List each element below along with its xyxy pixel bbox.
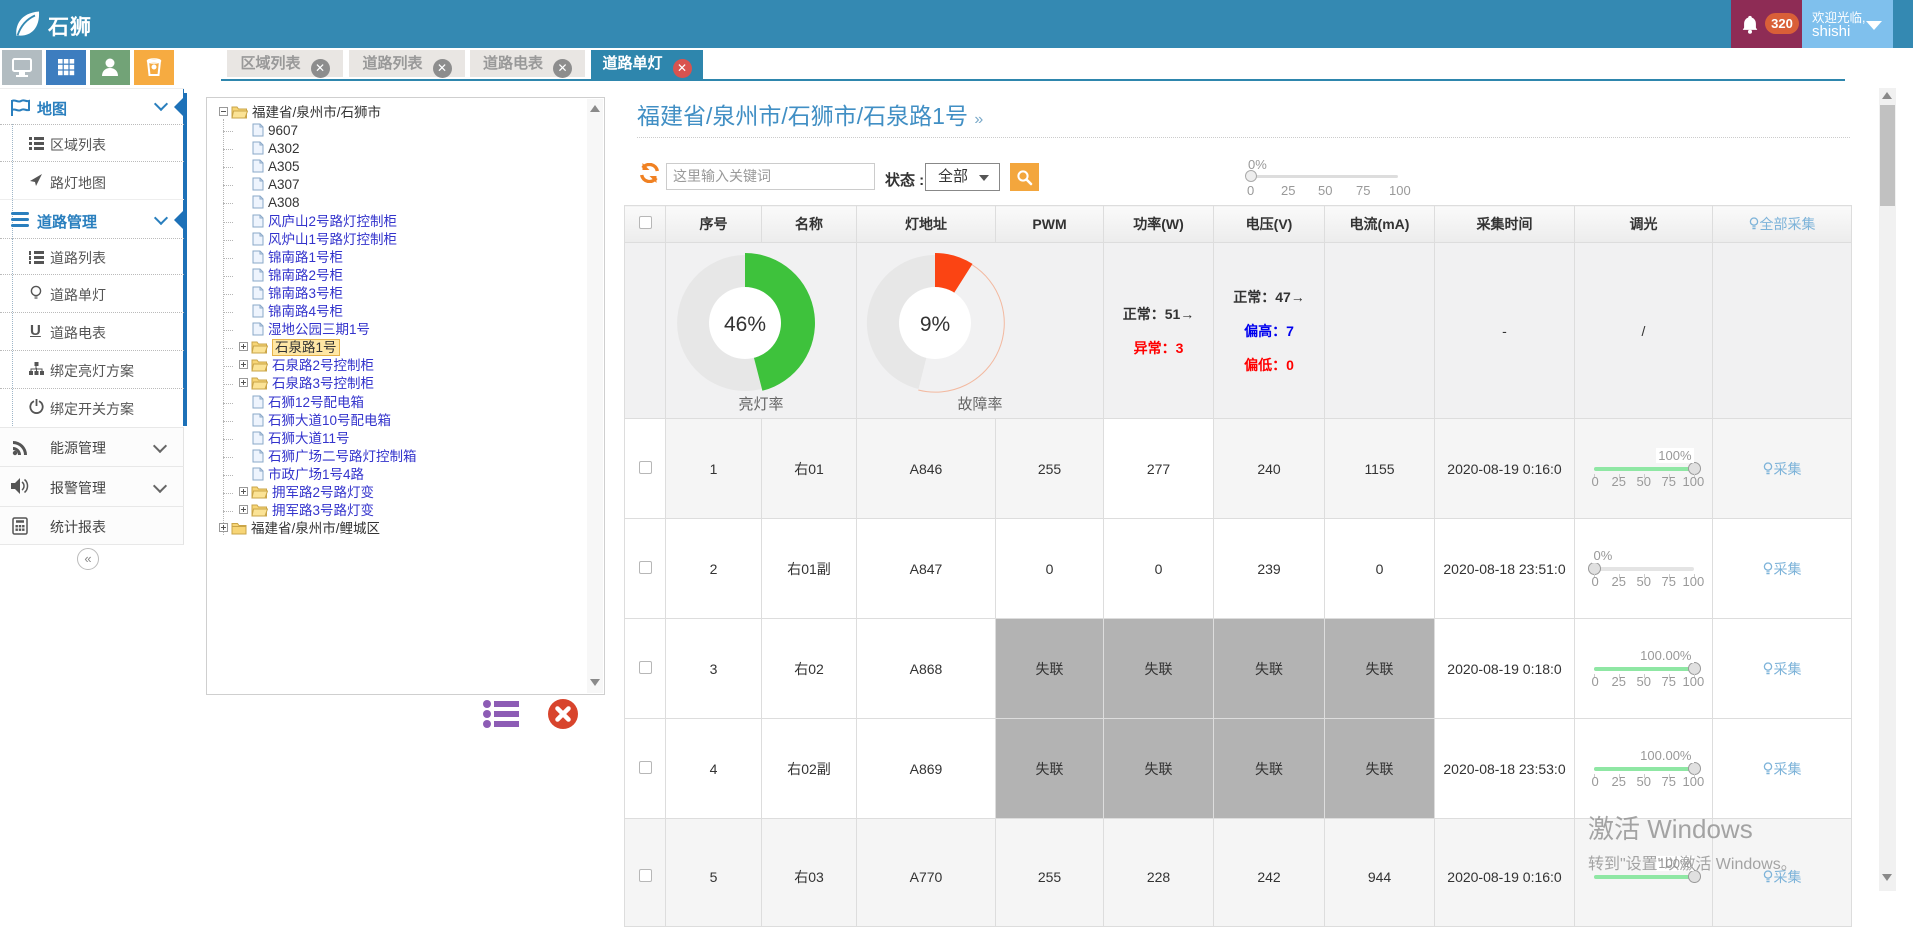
svg-text:46%: 46% bbox=[724, 313, 766, 336]
svg-text:9%: 9% bbox=[920, 313, 950, 336]
